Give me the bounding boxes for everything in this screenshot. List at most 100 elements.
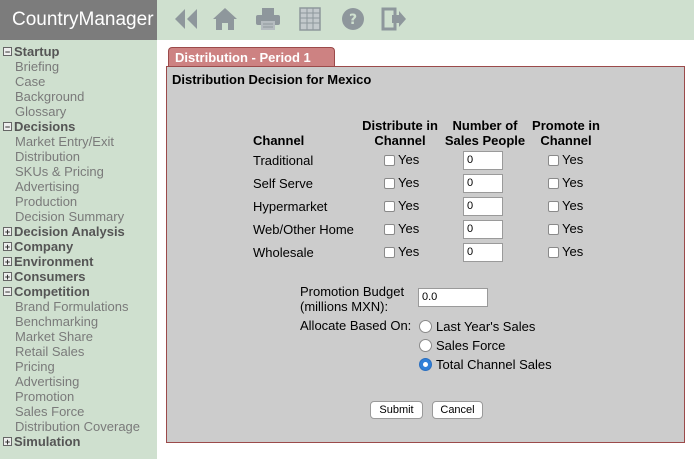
expand-icon[interactable]: + bbox=[3, 227, 12, 237]
sidebar-item-production[interactable]: Production bbox=[15, 194, 77, 209]
submit-button[interactable]: Submit bbox=[370, 401, 423, 419]
back-icon[interactable] bbox=[172, 5, 200, 33]
promotion-budget-input[interactable]: 0.0 bbox=[418, 288, 488, 307]
sidebar-section-simulation[interactable]: + Simulation bbox=[3, 434, 80, 449]
sidebar-item-glossary[interactable]: Glossary bbox=[15, 104, 66, 119]
allocate-radio[interactable] bbox=[419, 358, 432, 371]
promotion-budget-label-line2: (millions MXN): bbox=[300, 299, 389, 314]
sales-people-input[interactable]: 0 bbox=[463, 243, 503, 262]
allocate-label: Allocate Based On: bbox=[300, 318, 412, 333]
sidebar-section-company[interactable]: + Company bbox=[3, 239, 73, 254]
sidebar-item-label: Decision Analysis bbox=[14, 224, 125, 239]
sidebar-item-label: Environment bbox=[14, 254, 94, 269]
sidebar-item-label: Pricing bbox=[15, 359, 55, 374]
sidebar-item-distribution[interactable]: Distribution bbox=[15, 149, 80, 164]
distribute-checkbox[interactable] bbox=[384, 201, 395, 212]
sidebar-item-benchmarking[interactable]: Benchmarking bbox=[15, 314, 98, 329]
expand-icon[interactable]: + bbox=[3, 242, 12, 252]
distribute-checkbox[interactable] bbox=[384, 178, 395, 189]
sidebar-item-label: Glossary bbox=[15, 104, 67, 119]
sidebar-item-decision-summary[interactable]: Decision Summary bbox=[15, 209, 124, 224]
allocate-option-label: Last Year's Sales bbox=[436, 319, 536, 334]
sidebar-item-label: Company bbox=[14, 239, 74, 254]
sidebar-item-briefing[interactable]: Briefing bbox=[15, 59, 59, 74]
distribute-checkbox[interactable] bbox=[384, 155, 395, 166]
promote-checkbox[interactable] bbox=[548, 178, 559, 189]
distribute-yes-label: Yes bbox=[398, 198, 420, 213]
sidebar-item-label: Consumers bbox=[14, 269, 86, 284]
promote-checkbox[interactable] bbox=[548, 201, 559, 212]
sidebar-section-decisions[interactable]: − Decisions bbox=[3, 119, 75, 134]
sidebar-item-promotion[interactable]: Promotion bbox=[15, 389, 74, 404]
sidebar-item-brand-formulations[interactable]: Brand Formulations bbox=[15, 299, 128, 314]
sidebar-item-market-share[interactable]: Market Share bbox=[15, 329, 93, 344]
sidebar-section-environment[interactable]: + Environment bbox=[3, 254, 93, 269]
distribution-panel: Distribution Decision for Mexico Channel… bbox=[166, 66, 685, 443]
expand-icon[interactable]: + bbox=[3, 272, 12, 282]
column-header-promote: Promote in Channel bbox=[532, 118, 600, 148]
sidebar-item-label: Market Entry/Exit bbox=[15, 134, 114, 149]
sidebar-section-competition[interactable]: − Competition bbox=[3, 284, 90, 299]
distribute-yes-label: Yes bbox=[398, 175, 420, 190]
sidebar-item-label: Decision Summary bbox=[15, 209, 125, 224]
sales-people-input[interactable]: 0 bbox=[463, 220, 503, 239]
sidebar-item-distribution-coverage[interactable]: Distribution Coverage bbox=[15, 419, 140, 434]
channel-name: Self Serve bbox=[253, 176, 313, 191]
sidebar-item-label: Simulation bbox=[14, 434, 81, 449]
collapse-icon[interactable]: − bbox=[3, 47, 12, 57]
sales-people-input[interactable]: 0 bbox=[463, 197, 503, 216]
sidebar-item-label: Retail Sales bbox=[15, 344, 85, 359]
collapse-icon[interactable]: − bbox=[3, 287, 12, 297]
promote-yes-label: Yes bbox=[562, 198, 584, 213]
sidebar-item-label: Brand Formulations bbox=[15, 299, 129, 314]
sidebar-item-pricing[interactable]: Pricing bbox=[15, 359, 55, 374]
collapse-icon[interactable]: − bbox=[3, 122, 12, 132]
tab-distribution-period-1[interactable]: Distribution - Period 1 bbox=[168, 47, 335, 67]
sidebar-section-decision-analysis[interactable]: + Decision Analysis bbox=[3, 224, 125, 239]
sidebar-item-advertising[interactable]: Advertising bbox=[15, 374, 79, 389]
sidebar-item-label: Startup bbox=[14, 44, 60, 59]
sidebar-item-sales-force[interactable]: Sales Force bbox=[15, 404, 84, 419]
sidebar-item-label: Background bbox=[15, 89, 85, 104]
sidebar-nav: − Startup Briefing Case Background Glossary − D… bbox=[0, 40, 157, 459]
top-bar: CountryManager ? bbox=[0, 0, 694, 40]
exit-icon[interactable] bbox=[380, 5, 408, 33]
sidebar-item-retail-sales[interactable]: Retail Sales bbox=[15, 344, 84, 359]
channel-name: Traditional bbox=[253, 153, 314, 168]
channel-name: Hypermarket bbox=[253, 199, 328, 214]
allocate-option-label: Total Channel Sales bbox=[436, 357, 552, 372]
promote-yes-label: Yes bbox=[562, 175, 584, 190]
print-icon[interactable] bbox=[254, 5, 282, 33]
allocate-option-label: Sales Force bbox=[436, 338, 506, 353]
sidebar-item-advertising[interactable]: Advertising bbox=[15, 179, 79, 194]
expand-icon[interactable]: + bbox=[3, 437, 12, 447]
svg-text:?: ? bbox=[349, 12, 357, 28]
sales-people-input[interactable]: 0 bbox=[463, 174, 503, 193]
sidebar-item-label: SKUs & Pricing bbox=[15, 164, 104, 179]
promote-checkbox[interactable] bbox=[548, 224, 559, 235]
distribute-checkbox[interactable] bbox=[384, 224, 395, 235]
sales-people-input[interactable]: 0 bbox=[463, 151, 503, 170]
sidebar-item-case[interactable]: Case bbox=[15, 74, 45, 89]
expand-icon[interactable]: + bbox=[3, 257, 12, 267]
promote-yes-label: Yes bbox=[562, 152, 584, 167]
channel-name: Web/Other Home bbox=[253, 222, 354, 237]
sidebar-item-market-entry-exit[interactable]: Market Entry/Exit bbox=[15, 134, 114, 149]
sidebar-item-label: Distribution Coverage bbox=[15, 419, 141, 434]
allocate-radio[interactable] bbox=[419, 339, 432, 352]
home-icon[interactable] bbox=[211, 5, 239, 33]
sidebar-item-background[interactable]: Background bbox=[15, 89, 84, 104]
allocate-radio[interactable] bbox=[419, 320, 432, 333]
sidebar-item-skus-pricing[interactable]: SKUs & Pricing bbox=[15, 164, 104, 179]
sidebar-section-startup[interactable]: − Startup bbox=[3, 44, 60, 59]
promote-checkbox[interactable] bbox=[548, 155, 559, 166]
help-icon[interactable]: ? bbox=[339, 5, 367, 33]
column-header-sales-people: Number of Sales People bbox=[444, 118, 526, 148]
sidebar-section-consumers[interactable]: + Consumers bbox=[3, 269, 86, 284]
spreadsheet-icon[interactable] bbox=[296, 5, 324, 33]
promotion-budget-label-line1: Promotion Budget bbox=[300, 284, 405, 299]
cancel-button[interactable]: Cancel bbox=[432, 401, 483, 419]
distribute-checkbox[interactable] bbox=[384, 247, 395, 258]
sidebar-item-label: Sales Force bbox=[15, 404, 85, 419]
promote-checkbox[interactable] bbox=[548, 247, 559, 258]
